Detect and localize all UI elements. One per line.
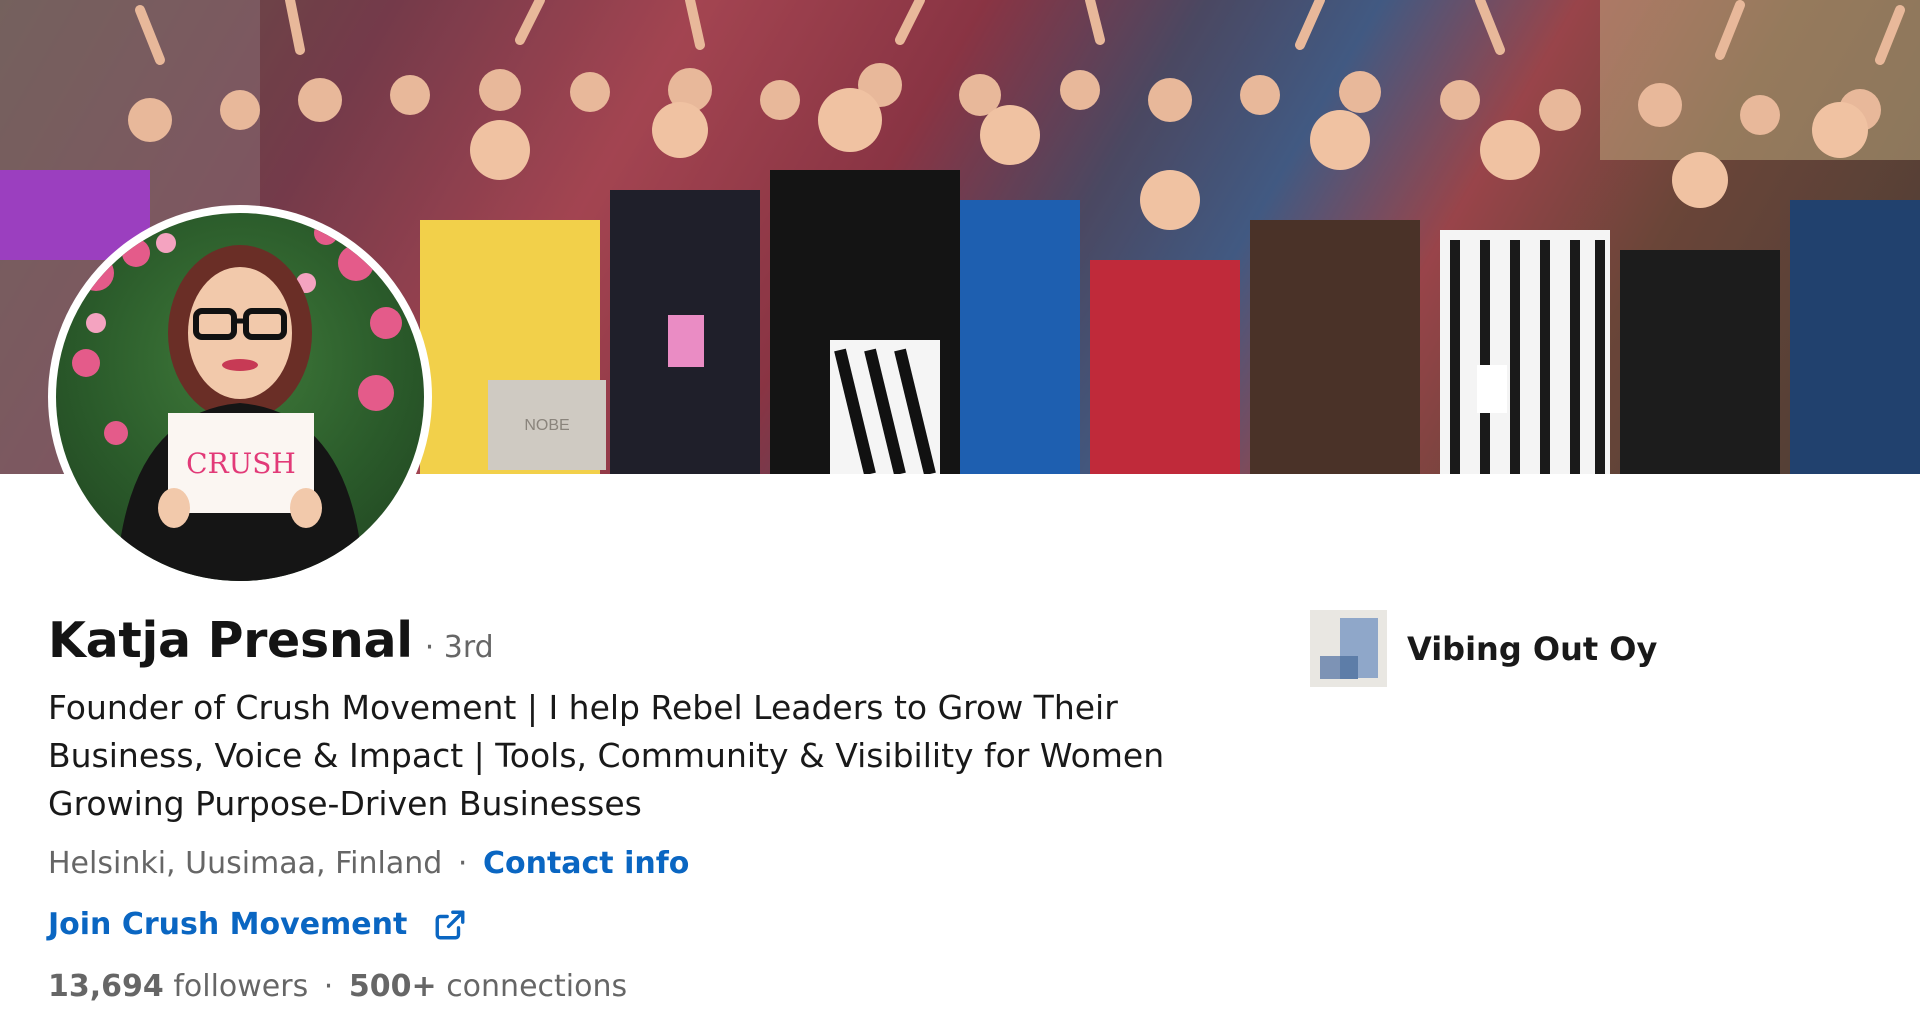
current-company[interactable]: Vibing Out Oy: [1310, 610, 1657, 687]
company-name: Vibing Out Oy: [1407, 629, 1658, 668]
avatar-photo: CRUSH: [72, 221, 402, 581]
network-stats: 13,694 followers · 500+ connections: [48, 969, 627, 1004]
location-row: Helsinki, Uusimaa, Finland · Contact inf…: [48, 846, 689, 881]
connections-label[interactable]: connections: [446, 969, 627, 1004]
profile-name-row: Katja Presnal · 3rd: [48, 612, 494, 669]
contact-info-link[interactable]: Contact info: [483, 846, 689, 881]
profile-name: Katja Presnal: [48, 612, 413, 669]
avatar-sign-text: CRUSH: [186, 447, 296, 480]
followers-label: followers: [173, 969, 309, 1004]
external-link-icon: [435, 910, 465, 939]
connections-count[interactable]: 500+: [349, 969, 437, 1004]
website-link[interactable]: Join Crush Movement: [48, 907, 467, 942]
location-separator: ·: [457, 846, 468, 881]
profile-location: Helsinki, Uusimaa, Finland: [48, 846, 443, 881]
profile-headline: Founder of Crush Movement | I help Rebel…: [48, 688, 1165, 823]
followers-count: 13,694: [48, 969, 164, 1004]
bag-text: NOBE: [524, 417, 569, 434]
stats-separator: ·: [323, 969, 334, 1004]
avatar[interactable]: CRUSH: [56, 213, 424, 581]
company-logo-icon: [1310, 610, 1387, 687]
connection-degree: · 3rd: [424, 630, 494, 665]
website-link-label: Join Crush Movement: [48, 907, 408, 942]
